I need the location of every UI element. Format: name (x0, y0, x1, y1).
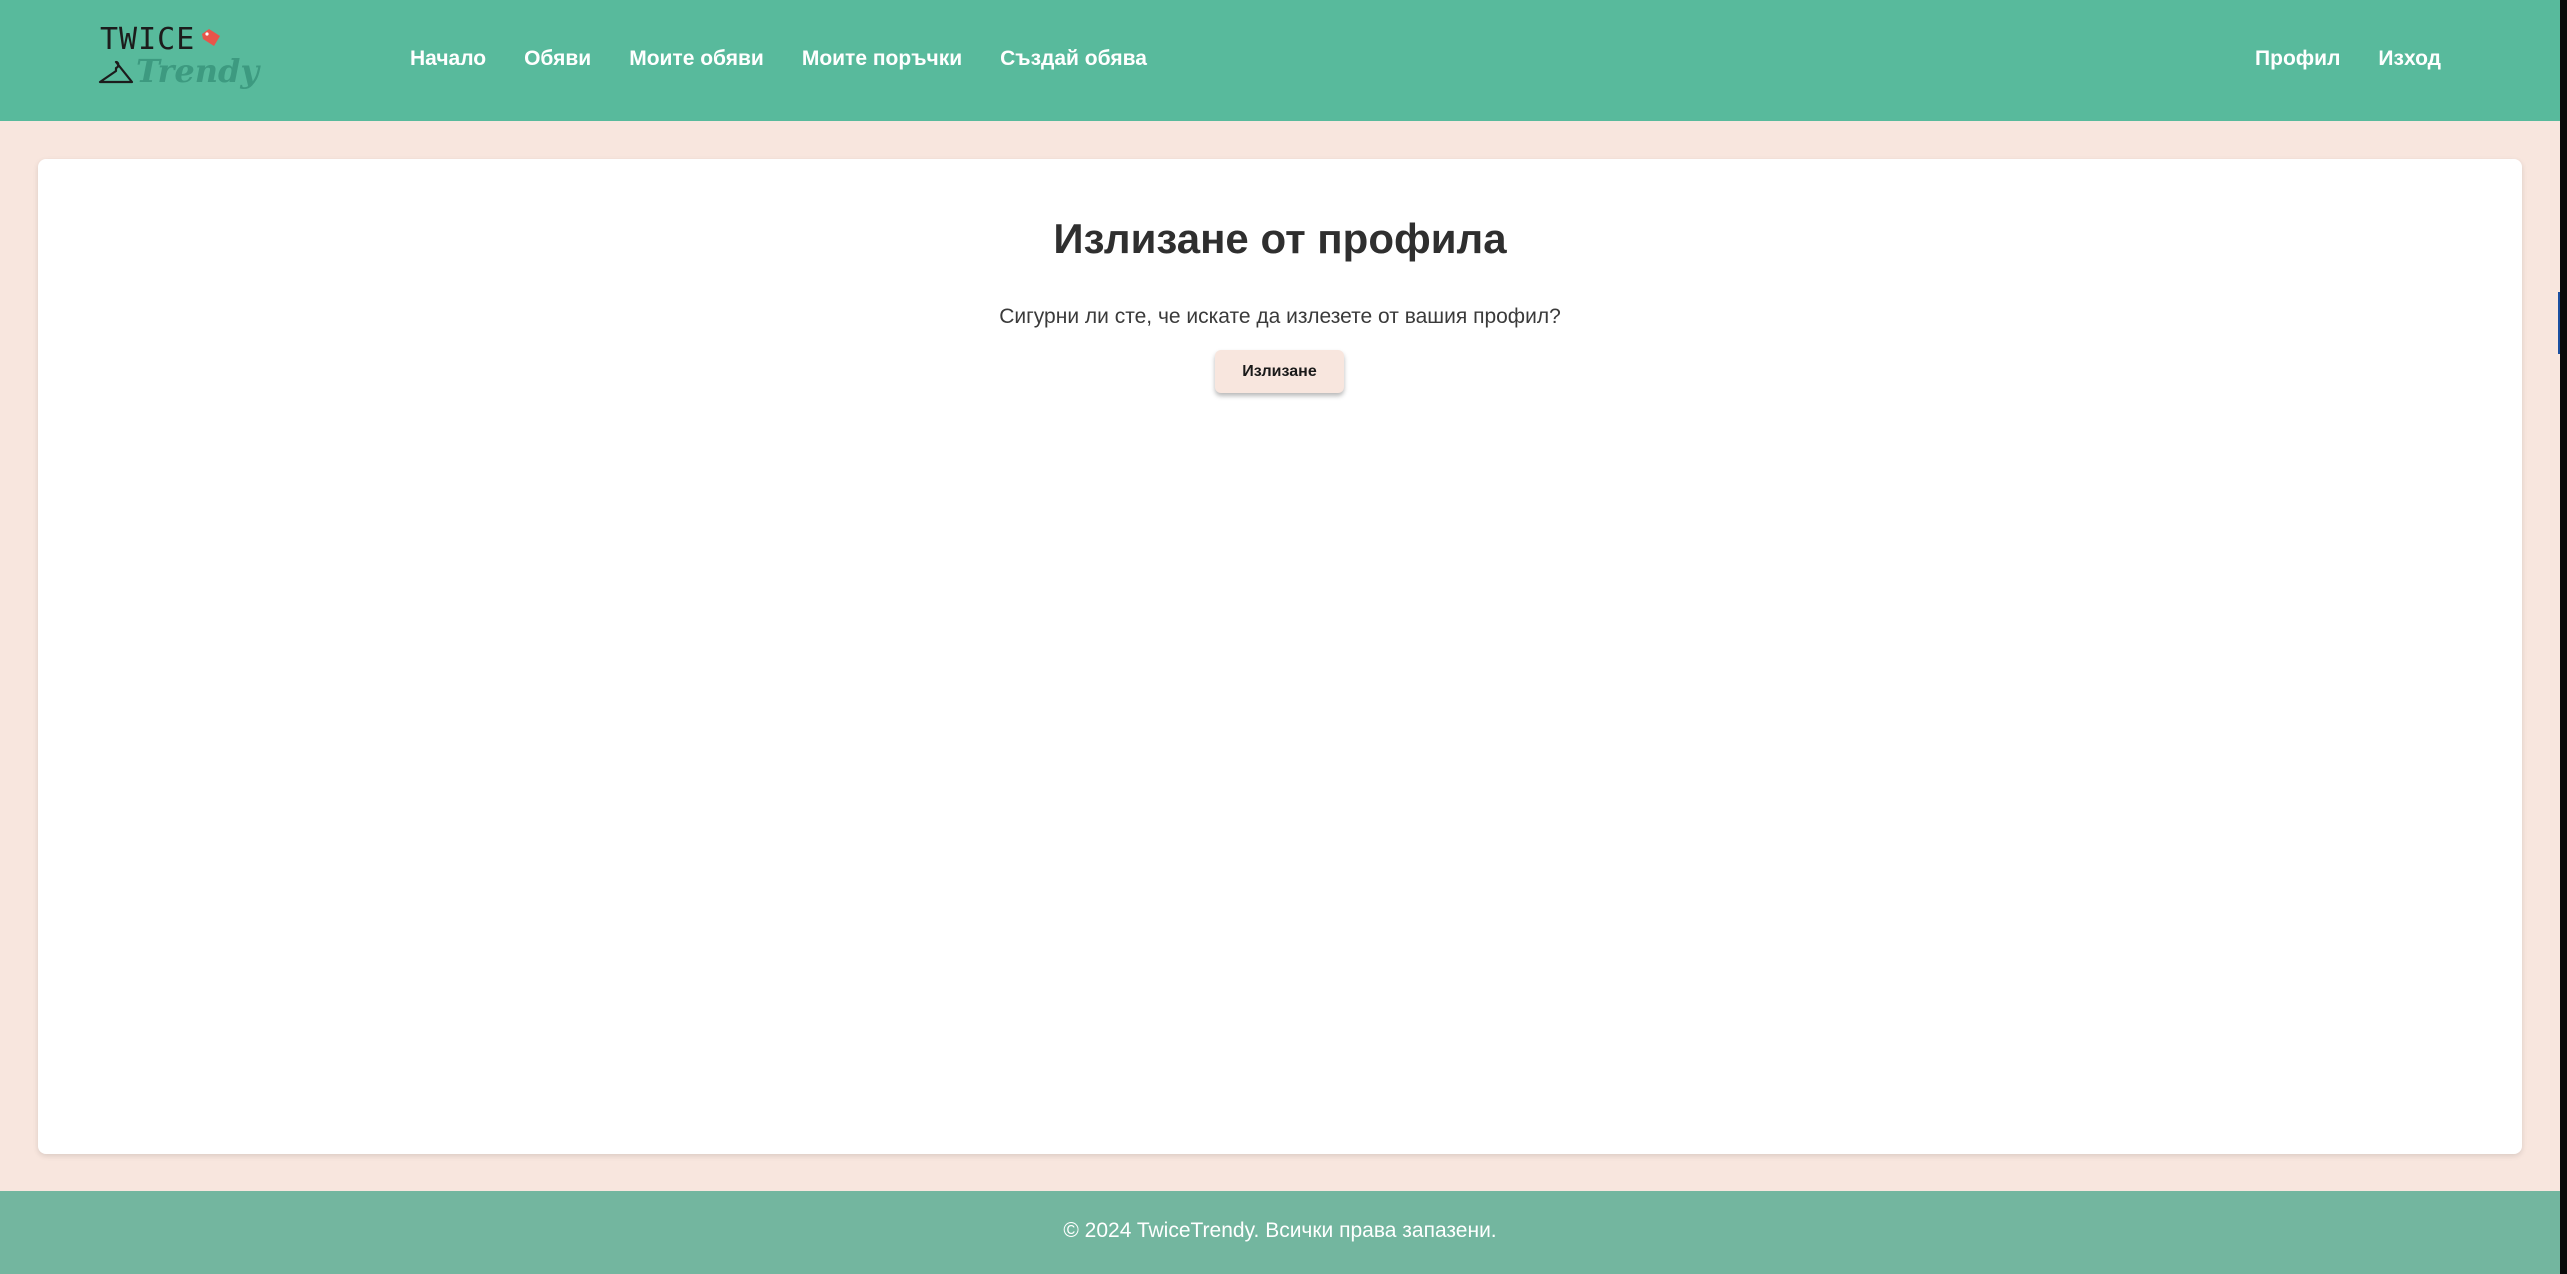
copyright-text: © 2024 TwiceTrendy. Всички права запазен… (1063, 1219, 1497, 1242)
nav-my-orders-link[interactable]: Моите поръчки (783, 47, 981, 71)
logo-text-bottom: Trendy (136, 52, 259, 90)
hanger-icon (98, 60, 134, 84)
nav-create-listing-link[interactable]: Създай обява (981, 47, 1166, 71)
nav-my-listings-link[interactable]: Моите обяви (610, 47, 783, 71)
logout-confirmation-text: Сигурни ли сте, че искате да излезете от… (999, 305, 1561, 328)
nav-home-link[interactable]: Начало (410, 47, 505, 71)
nav-profile-link[interactable]: Профил (2236, 47, 2359, 71)
page: TWICE Trendy Начало Обяви Моите обяви Мо… (0, 0, 2567, 1274)
price-tag-icon (202, 29, 220, 46)
main-nav: Начало Обяви Моите обяви Моите поръчки С… (410, 0, 1166, 118)
scrollbar-thumb[interactable] (2558, 292, 2560, 354)
site-header: TWICE Trendy Начало Обяви Моите обяви Мо… (0, 0, 2560, 121)
nav-listings-link[interactable]: Обяви (505, 47, 610, 71)
logout-button[interactable]: Излизане (1215, 350, 1344, 393)
page-title: Излизане от профила (1053, 215, 1507, 262)
logout-card: Излизане от профила Сигурни ли сте, че и… (38, 159, 2522, 1154)
site-footer: © 2024 TwiceTrendy. Всички права запазен… (0, 1191, 2560, 1274)
user-nav: Профил Изход (2236, 0, 2460, 118)
nav-logout-link[interactable]: Изход (2359, 47, 2460, 71)
site-logo[interactable]: TWICE Trendy (96, 18, 259, 96)
